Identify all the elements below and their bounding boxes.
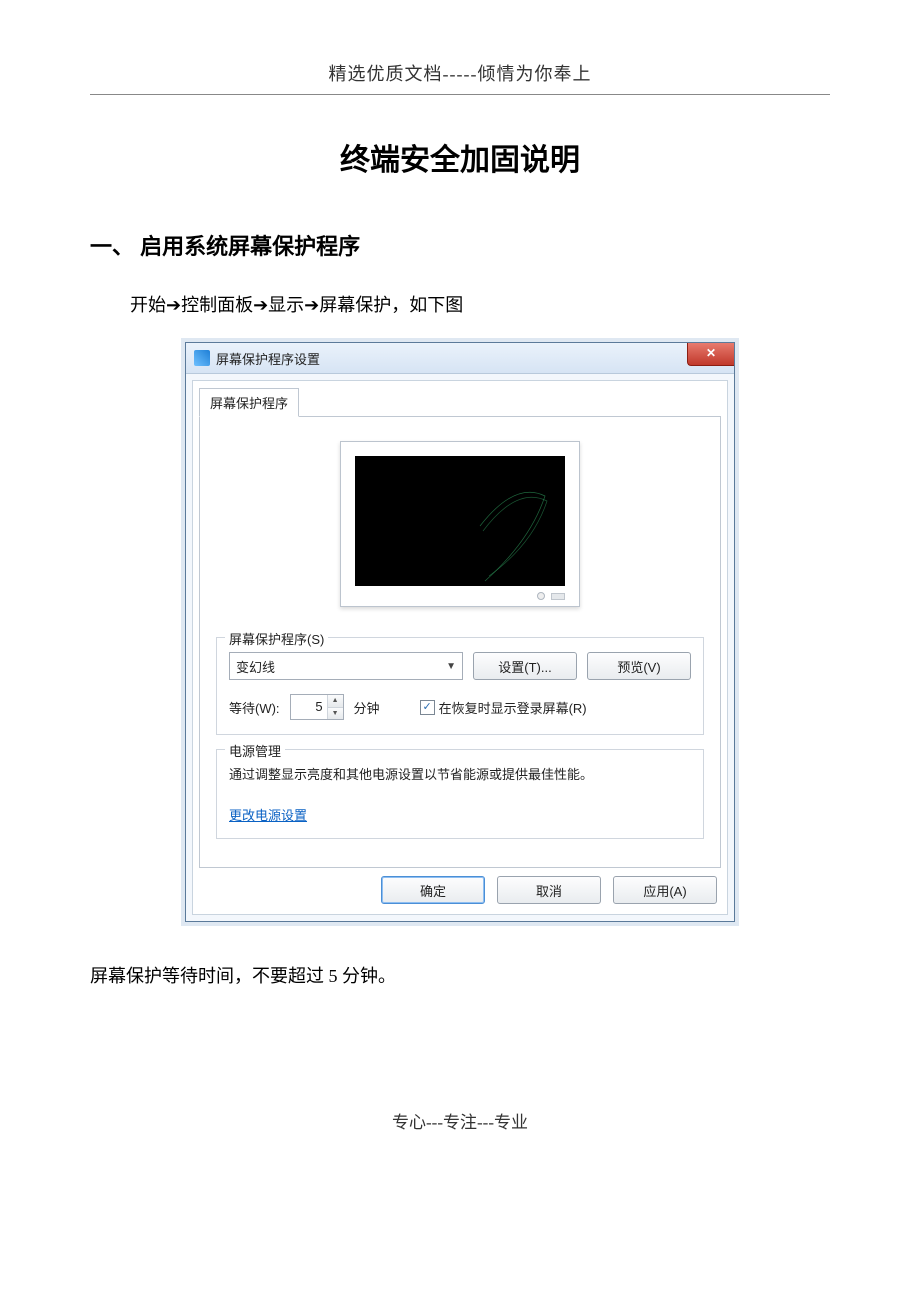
wait-unit: 分钟 <box>354 698 380 717</box>
dialog-titlebar: 屏幕保护程序设置 ✕ <box>186 343 734 374</box>
power-description: 通过调整显示亮度和其他电源设置以节省能源或提供最佳性能。 <box>229 764 691 783</box>
preview-area <box>216 441 704 607</box>
navigation-path-text: 开始➔控制面板➔显示➔屏幕保护，如下图 <box>130 291 830 317</box>
close-icon: ✕ <box>706 346 716 360</box>
dialog-button-row: 确定 取消 应用(A) <box>199 868 721 908</box>
chevron-down-icon: ▼ <box>446 661 456 672</box>
preview-button[interactable]: 预览(V) <box>587 652 691 680</box>
tab-screensaver[interactable]: 屏幕保护程序 <box>199 388 299 417</box>
spin-buttons: ▲ ▼ <box>327 695 343 719</box>
ok-button[interactable]: 确定 <box>381 876 485 904</box>
monitor-preview <box>340 441 580 607</box>
close-button[interactable]: ✕ <box>687 343 734 366</box>
spin-down-icon[interactable]: ▼ <box>328 708 343 720</box>
document-header: 精选优质文档-----倾情为你奉上 <box>90 60 830 95</box>
screensaver-group-label: 屏幕保护程序(S) <box>225 629 328 648</box>
mystify-lines-icon <box>475 476 565 586</box>
tab-body: 屏幕保护程序(S) 变幻线 ▼ 设置(T)... 预览(V) 等待(W): <box>199 416 721 868</box>
spin-up-icon[interactable]: ▲ <box>328 695 343 708</box>
window-icon <box>194 350 210 366</box>
settings-button[interactable]: 设置(T)... <box>473 652 577 680</box>
resume-login-label: 在恢复时显示登录屏幕(R) <box>439 698 587 717</box>
caption-text: 屏幕保护等待时间，不要超过 5 分钟。 <box>90 962 830 988</box>
wait-label: 等待(W): <box>229 698 280 717</box>
document-title: 终端安全加固说明 <box>90 135 830 179</box>
apply-button[interactable]: 应用(A) <box>613 876 717 904</box>
dialog-client-area: 屏幕保护程序 <box>192 380 728 915</box>
screensaver-select-value: 变幻线 <box>236 657 275 676</box>
preview-screen <box>355 456 565 586</box>
screensaver-select[interactable]: 变幻线 ▼ <box>229 652 463 680</box>
change-power-settings-link[interactable]: 更改电源设置 <box>229 808 307 823</box>
power-group-label: 电源管理 <box>225 741 285 760</box>
power-group: 电源管理 通过调整显示亮度和其他电源设置以节省能源或提供最佳性能。 更改电源设置 <box>216 749 704 839</box>
resume-login-checkbox[interactable]: ✓ 在恢复时显示登录屏幕(R) <box>420 698 587 717</box>
checkbox-checked-icon: ✓ <box>420 700 435 715</box>
dialog-window: 屏幕保护程序设置 ✕ 屏幕保护程序 <box>185 342 735 922</box>
dialog-title: 屏幕保护程序设置 <box>216 349 320 368</box>
screensaver-group: 屏幕保护程序(S) 变幻线 ▼ 设置(T)... 预览(V) 等待(W): <box>216 637 704 735</box>
cancel-button[interactable]: 取消 <box>497 876 601 904</box>
screensaver-dialog-screenshot: 屏幕保护程序设置 ✕ 屏幕保护程序 <box>185 342 735 922</box>
document-footer: 专心---专注---专业 <box>90 1108 830 1133</box>
wait-spinner[interactable]: 5 ▲ ▼ <box>290 694 344 720</box>
monitor-button-icon <box>551 593 565 600</box>
monitor-foot <box>355 586 565 600</box>
wait-value: 5 <box>291 695 327 719</box>
section-1-heading: 一、 启用系统屏幕保护程序 <box>90 229 830 261</box>
power-led-icon <box>537 592 545 600</box>
